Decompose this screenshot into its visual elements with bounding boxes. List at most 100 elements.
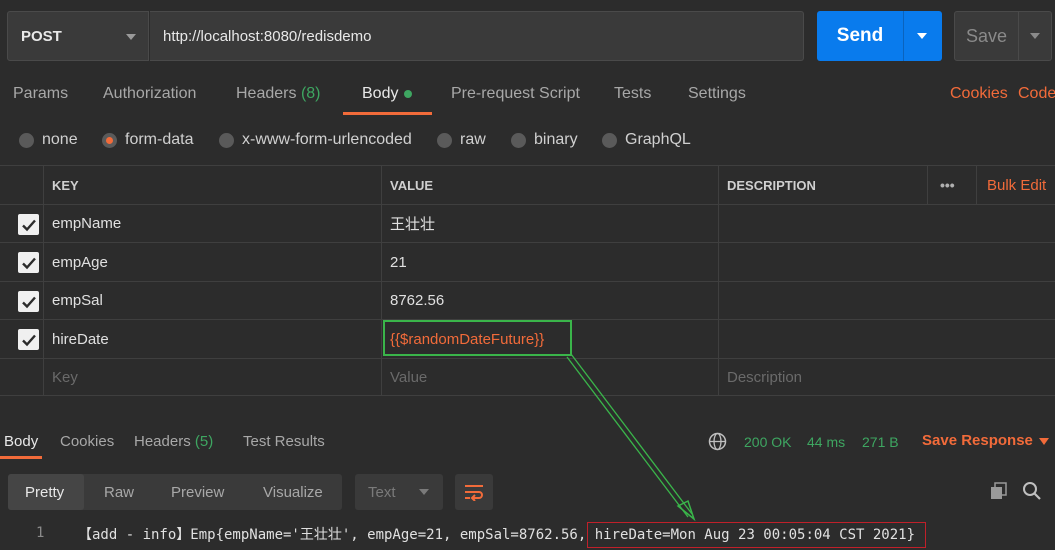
checkbox-checked-icon[interactable] (18, 252, 39, 273)
chevron-down-icon (126, 34, 136, 40)
tab-label: Settings (688, 85, 746, 102)
row-key[interactable]: hireDate (43, 320, 109, 358)
tab-pre-request-script[interactable]: Pre-request Script (451, 85, 580, 103)
checkbox-checked-icon[interactable] (18, 214, 39, 235)
row-value[interactable]: 王壮壮 (381, 205, 435, 242)
tab-label: Body (362, 85, 399, 102)
method-select[interactable]: POST (7, 11, 149, 61)
tab-tests[interactable]: Tests (614, 85, 651, 103)
response-time[interactable]: 44 ms (807, 434, 845, 450)
view-preview[interactable]: Preview (171, 484, 224, 501)
cookies-link[interactable]: Cookies (950, 85, 1008, 103)
radio-raw[interactable]: raw (437, 131, 486, 149)
row-key[interactable]: empName (43, 205, 121, 242)
row-key[interactable]: empAge (43, 243, 108, 281)
tab-label: Test Results (243, 433, 325, 450)
chevron-down-icon[interactable] (1030, 33, 1040, 39)
save-button[interactable]: Save (954, 11, 1052, 61)
annotation-highlight-box (383, 320, 572, 356)
code-link[interactable]: Code (1018, 85, 1055, 103)
table-row: empAge 21 (0, 242, 1055, 281)
radio-form-data[interactable]: form-data (102, 131, 193, 149)
radio-icon (437, 132, 452, 148)
response-tab-headers[interactable]: Headers (5) (134, 433, 213, 450)
active-tab-indicator (343, 112, 432, 115)
column-divider (718, 282, 719, 319)
chevron-down-icon (419, 489, 429, 495)
format-label: Text (368, 483, 396, 501)
search-icon[interactable] (1022, 481, 1042, 501)
tab-label: Body (4, 433, 39, 450)
bulk-edit-link[interactable]: Bulk Edit (978, 166, 1046, 204)
save-label: Save (965, 25, 1008, 46)
column-value: VALUE (390, 177, 434, 193)
wrap-icon (465, 485, 483, 501)
annotation-red-box (587, 522, 926, 548)
response-tab-body[interactable]: Body (4, 433, 38, 450)
send-label: Send (836, 25, 884, 46)
table-row: empName 王壮壮 (0, 204, 1055, 242)
format-select[interactable]: Text (355, 474, 443, 510)
save-response-button[interactable]: Save Response (922, 432, 1033, 449)
column-description: DESCRIPTION (727, 177, 816, 193)
column-divider (927, 166, 928, 204)
checkbox-checked-icon[interactable] (18, 329, 39, 350)
tab-body[interactable]: Body (362, 85, 413, 103)
tab-params[interactable]: Params (13, 85, 68, 103)
chevron-down-icon[interactable] (917, 33, 927, 39)
response-tab-test-results[interactable]: Test Results (243, 433, 325, 450)
radio-label: none (42, 131, 78, 148)
url-text: http://localhost:8080/redisdemo (163, 27, 372, 45)
tab-settings[interactable]: Settings (688, 85, 746, 103)
row-value[interactable]: 21 (381, 243, 407, 281)
copy-icon[interactable] (990, 482, 1008, 500)
column-divider (718, 205, 719, 242)
radio-icon (19, 132, 34, 148)
globe-icon[interactable] (708, 432, 727, 451)
response-size[interactable]: 271 B (862, 434, 899, 450)
table-header: KEY VALUE DESCRIPTION ••• Bulk Edit (0, 165, 1055, 204)
checkbox-checked-icon[interactable] (18, 291, 39, 312)
response-text: 【add - info】Emp{empName='王壮壮', empAge=21… (78, 527, 595, 543)
new-value-input[interactable]: Value (381, 359, 427, 395)
radio-icon (602, 132, 617, 148)
new-key-input[interactable]: Key (43, 359, 78, 395)
column-divider (718, 243, 719, 281)
tab-label: Cookies (60, 433, 115, 450)
radio-icon (219, 132, 234, 148)
tab-count: (8) (300, 85, 321, 102)
radio-label: GraphQL (625, 131, 691, 148)
radio-binary[interactable]: binary (511, 131, 578, 149)
active-tab-indicator (0, 456, 42, 459)
new-description-input[interactable]: Description (718, 359, 802, 395)
column-divider (718, 320, 719, 358)
view-pretty[interactable]: Pretty (25, 484, 64, 501)
row-value[interactable]: 8762.56 (381, 282, 444, 319)
radio-x-www-form-urlencoded[interactable]: x-www-form-urlencoded (219, 131, 412, 149)
radio-label: raw (460, 131, 486, 148)
arrow-head (676, 499, 696, 522)
radio-label: binary (534, 131, 578, 148)
radio-selected-icon (102, 132, 117, 148)
more-options-icon[interactable]: ••• (931, 166, 955, 204)
tab-count: (5) (194, 433, 214, 450)
radio-none[interactable]: none (19, 131, 78, 149)
column-divider (976, 166, 977, 204)
status-code[interactable]: 200 OK (744, 434, 791, 450)
tab-label: Pre-request Script (451, 85, 580, 102)
chevron-down-icon[interactable] (1039, 438, 1049, 445)
radio-graphql[interactable]: GraphQL (602, 131, 691, 149)
view-raw[interactable]: Raw (104, 484, 134, 501)
wrap-lines-button[interactable] (455, 474, 493, 510)
tab-label: Headers (134, 433, 191, 450)
url-input[interactable]: http://localhost:8080/redisdemo (150, 11, 804, 61)
view-visualize[interactable]: Visualize (263, 484, 323, 501)
send-button[interactable]: Send (817, 11, 942, 61)
tab-authorization[interactable]: Authorization (103, 85, 196, 103)
tab-headers[interactable]: Headers (8) (236, 85, 321, 103)
tab-label: Params (13, 85, 69, 102)
row-key[interactable]: empSal (43, 282, 103, 319)
response-tab-cookies[interactable]: Cookies (60, 433, 114, 450)
line-number: 1 (36, 525, 45, 541)
send-divider (903, 11, 904, 61)
